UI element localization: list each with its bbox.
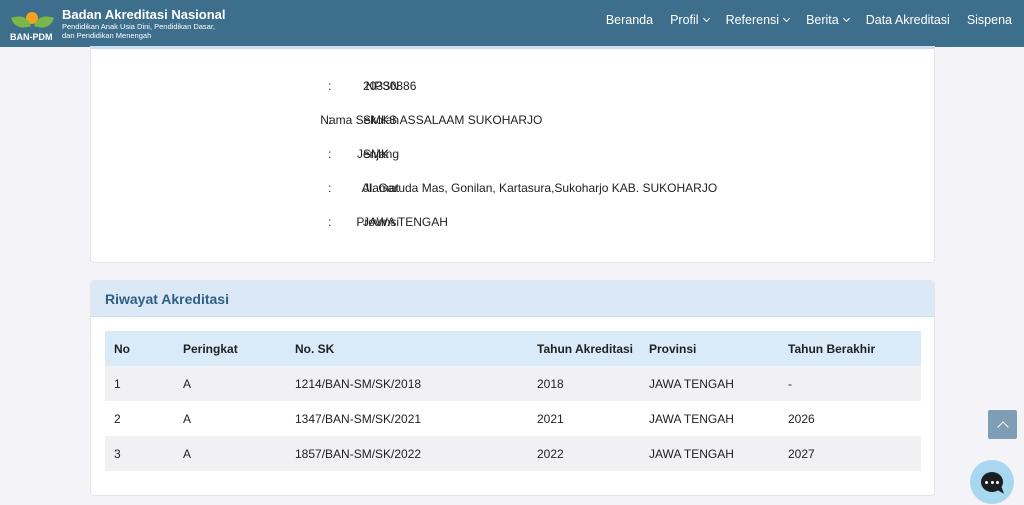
- cell-peringkat: A: [183, 411, 192, 426]
- school-info-card: NPSN : 20330886 Nama Sekolah : SMKS ASSA…: [90, 46, 935, 263]
- cell-tahun-berakhir: 2026: [788, 411, 815, 426]
- nav-label: Profil: [670, 13, 699, 27]
- cell-tahun-berakhir: -: [788, 376, 792, 391]
- nav-item-berita[interactable]: Berita: [806, 13, 850, 27]
- nav-item-profil[interactable]: Profil: [670, 13, 710, 27]
- table-row: 1 A 1214/BAN-SM/SK/2018 2018 JAWA TENGAH…: [105, 366, 921, 401]
- ban-pdm-logo: BAN-PDM: [8, 4, 56, 44]
- cell-no: 3: [114, 446, 121, 461]
- scroll-to-top-button[interactable]: [988, 410, 1017, 439]
- chevron-down-icon: [783, 14, 791, 23]
- column-header[interactable]: Provinsi: [640, 331, 779, 366]
- cell-tahun-akreditasi: 2021: [537, 411, 564, 426]
- cell-tahun-berakhir: 2027: [788, 446, 815, 461]
- cell-no-sk: 1857/BAN-SM/SK/2022: [295, 446, 422, 461]
- info-value: Jl. Garuda Mas, Gonilan, Kartasura,Sukoh…: [363, 181, 718, 195]
- info-value: 20330886: [363, 79, 417, 93]
- nav-label: Sispena: [966, 13, 1012, 27]
- accreditation-table: No Peringkat No. SK Tahun Akreditasi Pro…: [105, 331, 921, 471]
- chat-button[interactable]: [970, 460, 1014, 504]
- cell-tahun-akreditasi: 2022: [537, 446, 564, 461]
- table-header-row: No Peringkat No. SK Tahun Akreditasi Pro…: [105, 331, 921, 366]
- chevron-up-icon: [996, 420, 1009, 433]
- brand[interactable]: BAN-PDM Badan Akreditasi Nasional Pendid…: [8, 0, 226, 47]
- card-title: Riwayat Akreditasi: [105, 290, 229, 307]
- table-row: 2 A 1347/BAN-SM/SK/2021 2021 JAWA TENGAH…: [105, 401, 921, 436]
- brand-subtitle-line2: dan Pendidikan Menengah: [62, 31, 152, 40]
- table-row: 3 A 1857/BAN-SM/SK/2022 2022 JAWA TENGAH…: [105, 436, 921, 471]
- cell-provinsi: JAWA TENGAH: [649, 446, 734, 461]
- cell-provinsi: JAWA TENGAH: [649, 376, 734, 391]
- cell-no-sk: 1214/BAN-SM/SK/2018: [295, 376, 422, 391]
- nav-label: Referensi: [725, 13, 780, 27]
- cell-tahun-akreditasi: 2018: [537, 376, 564, 391]
- chevron-down-icon: [702, 14, 710, 23]
- nav-item-beranda[interactable]: Beranda: [606, 13, 653, 27]
- cell-no: 1: [114, 376, 121, 391]
- info-separator: :: [328, 181, 332, 195]
- top-navbar: BAN-PDM Badan Akreditasi Nasional Pendid…: [0, 0, 1024, 47]
- nav-label: Beranda: [605, 13, 654, 27]
- nav-item-sispena[interactable]: Sispena: [967, 13, 1012, 27]
- column-header[interactable]: No: [105, 331, 174, 366]
- column-header[interactable]: Peringkat: [174, 331, 286, 366]
- info-value: SMK: [363, 147, 390, 161]
- nav-item-referensi[interactable]: Referensi: [725, 13, 791, 27]
- brand-title: Badan Akreditasi Nasional: [62, 7, 226, 22]
- info-separator: :: [328, 113, 332, 127]
- column-header[interactable]: Tahun Berakhir: [779, 331, 921, 366]
- logo-text: BAN-PDM: [10, 31, 53, 42]
- main-nav: Beranda Profil Referensi Berita Data Akr…: [589, 0, 1012, 40]
- cell-peringkat: A: [183, 376, 192, 391]
- info-value: JAWA TENGAH: [363, 215, 448, 229]
- info-separator: :: [328, 79, 332, 93]
- column-header[interactable]: No. SK: [286, 331, 528, 366]
- cell-provinsi: JAWA TENGAH: [649, 411, 734, 426]
- cell-no-sk: 1347/BAN-SM/SK/2021: [295, 411, 422, 426]
- chevron-down-icon: [842, 14, 850, 23]
- chat-bubble-icon: [981, 472, 1003, 492]
- info-separator: :: [328, 147, 332, 161]
- cell-peringkat: A: [183, 446, 192, 461]
- brand-subtitle-line1: Pendidikan Anak Usia Dini, Pendidikan Da…: [62, 22, 216, 31]
- nav-label: Data Akreditasi: [865, 13, 950, 27]
- column-header[interactable]: Tahun Akreditasi: [528, 331, 640, 366]
- nav-label: Berita: [806, 13, 839, 27]
- info-value: SMKS ASSALAAM SUKOHARJO: [363, 113, 543, 127]
- accreditation-history-card: Riwayat Akreditasi No Peringkat No. SK T…: [90, 280, 935, 496]
- card-header: Riwayat Akreditasi: [91, 281, 934, 317]
- cell-no: 2: [114, 411, 121, 426]
- info-separator: :: [328, 215, 332, 229]
- nav-item-data-akreditasi[interactable]: Data Akreditasi: [866, 13, 950, 27]
